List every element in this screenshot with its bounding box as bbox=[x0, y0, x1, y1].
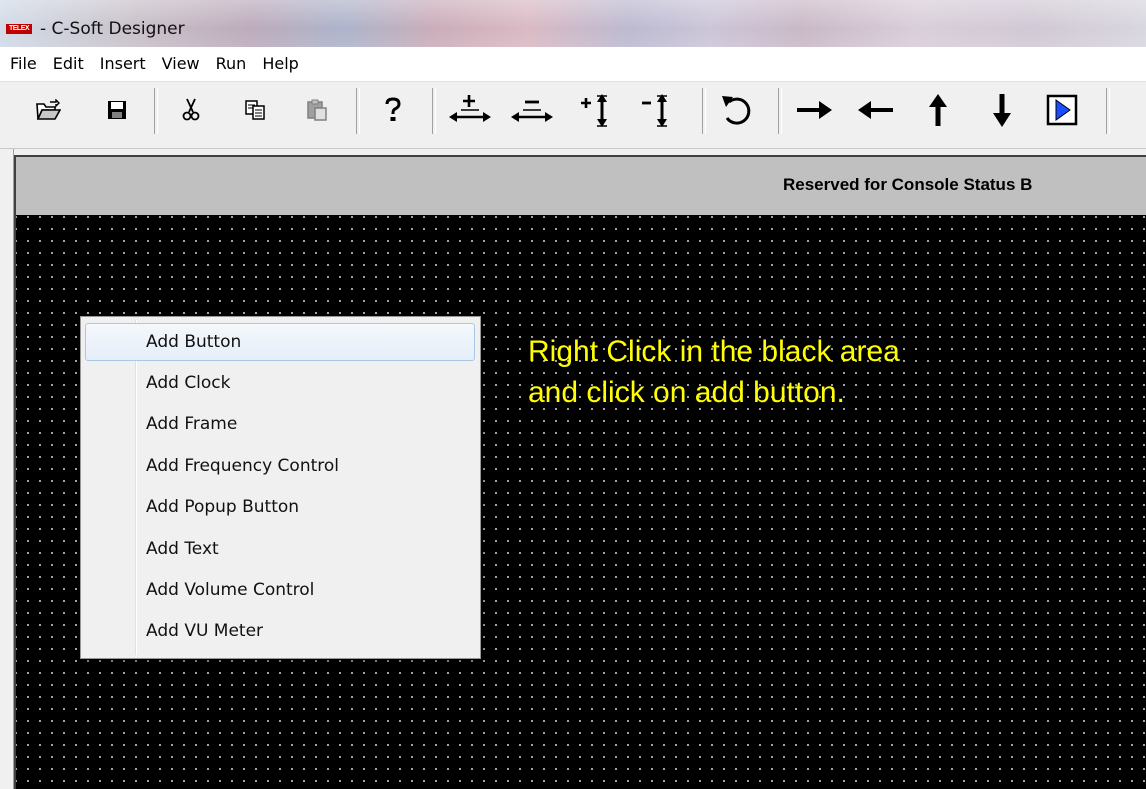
menu-item-add-popup-button[interactable]: Add Popup Button bbox=[85, 488, 475, 526]
cut-icon[interactable] bbox=[176, 88, 206, 132]
save-icon[interactable] bbox=[100, 88, 134, 132]
menu-item-add-button[interactable]: Add Button bbox=[85, 323, 475, 361]
title-bar: TELEX - C-Soft Designer bbox=[0, 0, 1146, 47]
menu-file[interactable]: File bbox=[0, 47, 45, 81]
menu-item-add-text[interactable]: Add Text bbox=[85, 530, 475, 568]
arrow-left-icon[interactable] bbox=[852, 88, 900, 132]
help-icon[interactable] bbox=[378, 88, 408, 132]
context-menu: Add Button Add Clock Add Frame Add Frequ… bbox=[80, 316, 481, 659]
app-logo-icon: TELEX bbox=[6, 24, 32, 34]
decrease-width-icon[interactable] bbox=[506, 88, 558, 132]
menu-item-add-clock[interactable]: Add Clock bbox=[85, 364, 475, 402]
toolbar bbox=[0, 82, 1146, 149]
menu-item-add-frequency-control[interactable]: Add Frequency Control bbox=[85, 447, 475, 485]
instruction-text: Right Click in the black area and click … bbox=[528, 335, 900, 409]
paste-icon[interactable] bbox=[302, 88, 332, 132]
arrow-up-icon[interactable] bbox=[918, 88, 958, 132]
toolbar-separator bbox=[356, 88, 360, 134]
toolbar-separator bbox=[702, 88, 706, 134]
menu-bar: File Edit Insert View Run Help bbox=[0, 47, 1146, 82]
arrow-right-icon[interactable] bbox=[790, 88, 838, 132]
open-folder-icon[interactable] bbox=[30, 88, 66, 132]
window-title: - C-Soft Designer bbox=[40, 19, 185, 39]
toolbar-separator bbox=[154, 88, 158, 134]
menu-item-add-frame[interactable]: Add Frame bbox=[85, 405, 475, 443]
arrow-down-icon[interactable] bbox=[982, 88, 1022, 132]
copy-icon[interactable] bbox=[240, 88, 270, 132]
increase-width-icon[interactable] bbox=[444, 88, 496, 132]
toolbar-separator bbox=[432, 88, 436, 134]
left-frame-edge bbox=[0, 149, 14, 789]
menu-help[interactable]: Help bbox=[254, 47, 306, 81]
menu-item-add-vu-meter[interactable]: Add VU Meter bbox=[85, 612, 475, 650]
toolbar-separator bbox=[1106, 88, 1110, 134]
menu-view[interactable]: View bbox=[154, 47, 208, 81]
menu-edit[interactable]: Edit bbox=[45, 47, 92, 81]
increase-height-icon[interactable] bbox=[576, 88, 620, 132]
menu-item-add-volume-control[interactable]: Add Volume Control bbox=[85, 571, 475, 609]
toolbar-separator bbox=[778, 88, 782, 134]
run-play-icon[interactable] bbox=[1040, 88, 1084, 132]
undo-icon[interactable] bbox=[712, 88, 764, 132]
decrease-height-icon[interactable] bbox=[636, 88, 680, 132]
menu-run[interactable]: Run bbox=[208, 47, 255, 81]
menu-insert[interactable]: Insert bbox=[92, 47, 154, 81]
console-status-label: Reserved for Console Status B bbox=[783, 175, 1033, 194]
